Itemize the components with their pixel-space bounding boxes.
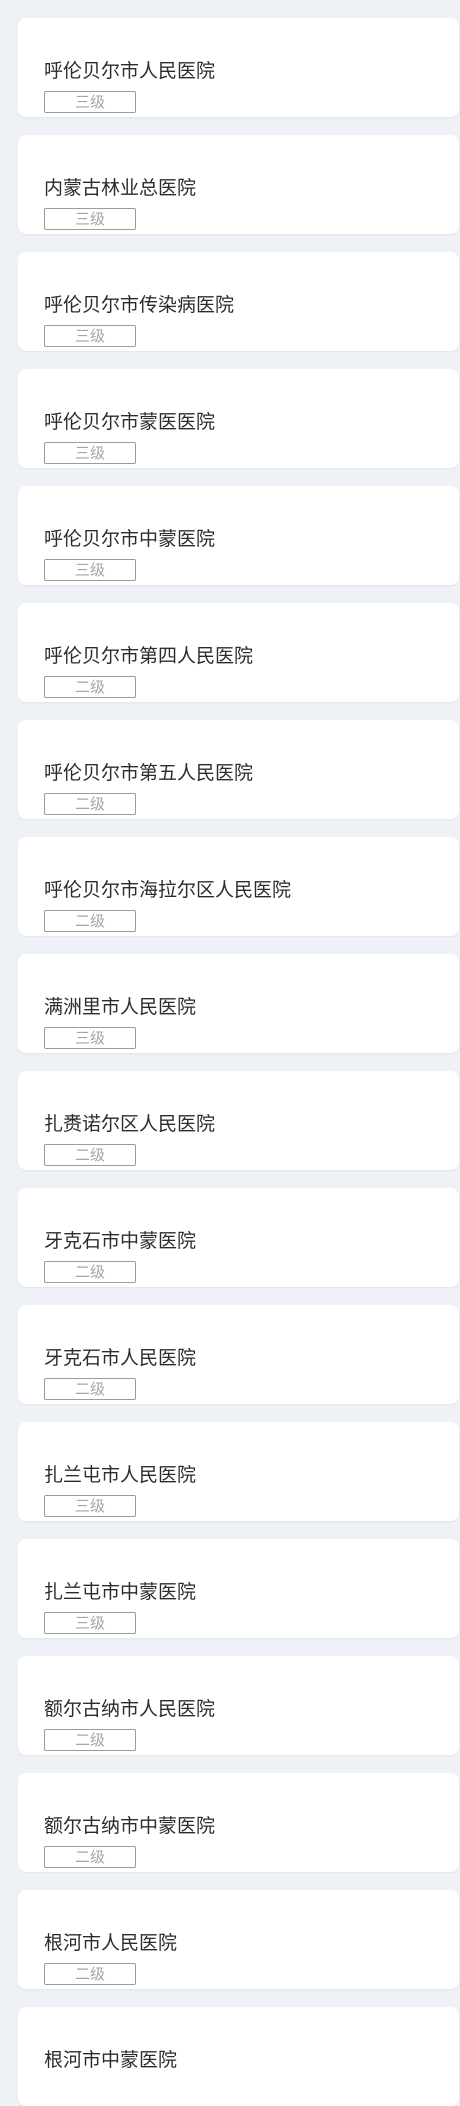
hospital-level-badge: 三级: [44, 442, 136, 464]
hospital-name: 扎兰屯市中蒙医院: [44, 1581, 197, 1603]
hospital-level-badge: 三级: [44, 1027, 136, 1049]
hospital-level-badge: 二级: [44, 1261, 136, 1283]
hospital-card[interactable]: 牙克石市中蒙医院 二级: [18, 1188, 459, 1287]
hospital-card[interactable]: 扎兰屯市中蒙医院 三级: [18, 1539, 459, 1638]
hospital-level-badge: 三级: [44, 208, 136, 230]
hospital-name: 呼伦贝尔市蒙医医院: [44, 411, 216, 433]
hospital-name: 扎兰屯市人民医院: [44, 1464, 197, 1486]
hospital-name: 呼伦贝尔市人民医院: [44, 60, 216, 82]
hospital-name: 根河市中蒙医院: [44, 2049, 178, 2071]
hospital-name: 扎赉诺尔区人民医院: [44, 1113, 216, 1135]
hospital-card[interactable]: 呼伦贝尔市中蒙医院 三级: [18, 486, 459, 585]
hospital-level-badge: 二级: [44, 1144, 136, 1166]
hospital-level-badge: 二级: [44, 1378, 136, 1400]
hospital-name: 满洲里市人民医院: [44, 996, 197, 1018]
hospital-list: 呼伦贝尔市人民医院 三级 内蒙古林业总医院 三级 呼伦贝尔市传染病医院 三级 呼…: [0, 0, 460, 2106]
hospital-card[interactable]: 呼伦贝尔市第四人民医院 二级: [18, 603, 459, 702]
hospital-name: 牙克石市中蒙医院: [44, 1230, 197, 1252]
hospital-card[interactable]: 呼伦贝尔市传染病医院 三级: [18, 252, 459, 351]
hospital-level-badge: 三级: [44, 559, 136, 581]
hospital-card[interactable]: 扎赉诺尔区人民医院 二级: [18, 1071, 459, 1170]
hospital-name: 呼伦贝尔市传染病医院: [44, 294, 235, 316]
hospital-name: 呼伦贝尔市中蒙医院: [44, 528, 216, 550]
hospital-card[interactable]: 满洲里市人民医院 三级: [18, 954, 459, 1053]
hospital-name: 呼伦贝尔市第四人民医院: [44, 645, 254, 667]
hospital-name: 呼伦贝尔市第五人民医院: [44, 762, 254, 784]
hospital-name: 根河市人民医院: [44, 1932, 178, 1954]
hospital-card[interactable]: 内蒙古林业总医院 三级: [18, 135, 459, 234]
hospital-level-badge: 二级: [44, 676, 136, 698]
hospital-level-badge: 三级: [44, 325, 136, 347]
hospital-card[interactable]: 呼伦贝尔市人民医院 三级: [18, 18, 459, 117]
hospital-card[interactable]: 呼伦贝尔市蒙医医院 三级: [18, 369, 459, 468]
hospital-level-badge: 三级: [44, 1612, 136, 1634]
hospital-card[interactable]: 扎兰屯市人民医院 三级: [18, 1422, 459, 1521]
hospital-level-badge: 二级: [44, 1963, 136, 1985]
hospital-name: 额尔古纳市人民医院: [44, 1698, 216, 1720]
hospital-level-badge: 二级: [44, 910, 136, 932]
hospital-name: 额尔古纳市中蒙医院: [44, 1815, 216, 1837]
hospital-level-badge: 二级: [44, 1729, 136, 1751]
hospital-card[interactable]: 根河市人民医院 二级: [18, 1890, 459, 1989]
hospital-card[interactable]: 呼伦贝尔市海拉尔区人民医院 二级: [18, 837, 459, 936]
hospital-level-badge: 三级: [44, 91, 136, 113]
hospital-card[interactable]: 额尔古纳市中蒙医院 二级: [18, 1773, 459, 1872]
hospital-card[interactable]: 根河市中蒙医院: [18, 2007, 459, 2106]
hospital-level-badge: 二级: [44, 793, 136, 815]
hospital-level-badge: 二级: [44, 1846, 136, 1868]
hospital-level-badge: 三级: [44, 1495, 136, 1517]
hospital-name: 牙克石市人民医院: [44, 1347, 197, 1369]
hospital-card[interactable]: 呼伦贝尔市第五人民医院 二级: [18, 720, 459, 819]
hospital-card[interactable]: 牙克石市人民医院 二级: [18, 1305, 459, 1404]
hospital-card[interactable]: 额尔古纳市人民医院 二级: [18, 1656, 459, 1755]
hospital-name: 呼伦贝尔市海拉尔区人民医院: [44, 879, 292, 901]
hospital-name: 内蒙古林业总医院: [44, 177, 197, 199]
